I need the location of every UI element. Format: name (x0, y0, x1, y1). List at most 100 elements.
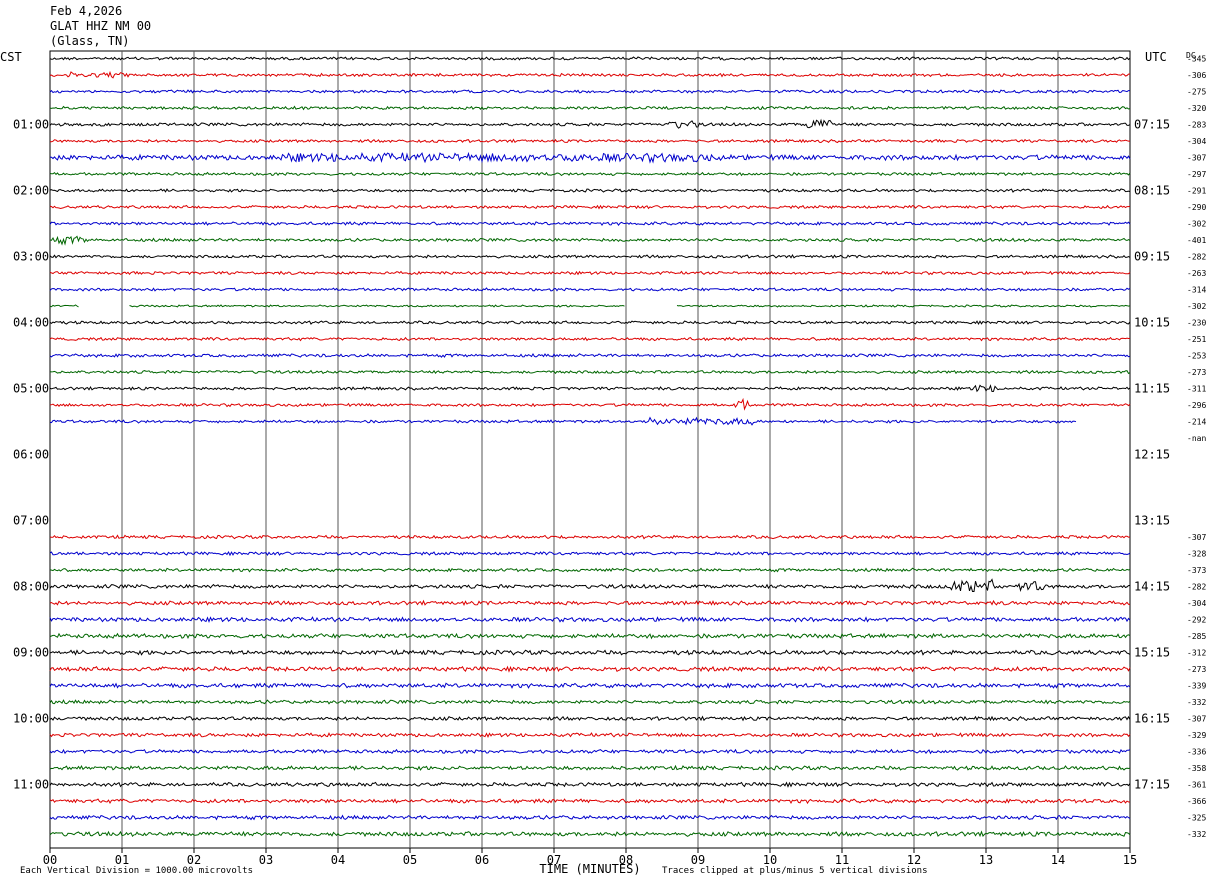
dc-offset-label: -302 (1187, 302, 1206, 311)
left-hour-label: 06:00 (13, 448, 49, 462)
footer-division-note: Each Vertical Division = 1000.00 microvo… (20, 866, 253, 876)
dc-offset-label: -290 (1187, 203, 1206, 212)
x-tick-label: 03 (259, 853, 273, 867)
dc-offset-label: -230 (1187, 319, 1206, 328)
left-hour-label: 07:00 (13, 514, 49, 528)
dc-offset-label: -307 (1187, 154, 1206, 163)
seismic-trace (49, 384, 1131, 393)
right-hour-label: 10:15 (1134, 316, 1170, 330)
seismic-trace (49, 320, 1131, 326)
dc-offset-label: -304 (1187, 137, 1206, 146)
dc-offset-label: -332 (1187, 830, 1206, 839)
dc-offset-label: -366 (1187, 797, 1206, 806)
dc-offset-label: -311 (1187, 385, 1206, 394)
helicorder-plot: 00 01 02 03 04 05 06 07 08 09 10 11 12 13 14 15TIME (MI… (13, 50, 1206, 876)
seismic-trace (49, 171, 1131, 177)
seismic-trace (49, 89, 1130, 94)
seismic-trace (49, 151, 1131, 164)
seismic-trace (49, 699, 1131, 705)
seismic-trace (49, 336, 1131, 342)
seismic-trace (49, 416, 1077, 426)
dc-offset-label: -297 (1187, 170, 1206, 179)
seismic-trace (49, 221, 1131, 227)
seismic-trace (49, 397, 1131, 411)
x-tick-label: 15 (1123, 853, 1137, 867)
dc-offset-label: -306 (1187, 71, 1206, 80)
dc-offset-label: -nan (1187, 434, 1206, 443)
dc-offset-label: -345 (1187, 55, 1206, 64)
x-tick-label: 04 (331, 853, 345, 867)
right-hour-label: 14:15 (1134, 580, 1170, 594)
seismic-trace (49, 748, 1131, 755)
seismic-trace (49, 235, 1131, 246)
dc-offset-label: -325 (1187, 814, 1206, 823)
seismic-trace (49, 270, 1131, 276)
dc-offset-label: -253 (1187, 352, 1206, 361)
seismic-trace (49, 369, 1131, 375)
right-hour-label: 15:15 (1134, 646, 1170, 660)
seismic-trace (49, 764, 1131, 771)
dc-offset-label: -283 (1187, 121, 1206, 130)
dc-offset-label: -292 (1187, 616, 1206, 625)
right-hour-label: 16:15 (1134, 712, 1170, 726)
dc-offset-label: -361 (1187, 781, 1206, 790)
seismic-trace (49, 188, 1131, 193)
seismic-trace (49, 578, 1131, 592)
seismic-trace (49, 70, 1131, 79)
right-hour-label: 09:15 (1134, 250, 1170, 264)
dc-offset-label: -291 (1187, 187, 1206, 196)
seismic-trace (49, 550, 1131, 557)
dc-offset-label: -312 (1187, 649, 1206, 658)
dc-offset-label: -263 (1187, 269, 1206, 278)
left-hour-label: 04:00 (13, 316, 49, 330)
left-hour-label: 02:00 (13, 184, 49, 198)
left-hour-label: 03:00 (13, 250, 49, 264)
right-hour-label: 13:15 (1134, 514, 1170, 528)
dc-offset-label: -251 (1187, 335, 1206, 344)
left-hour-label: 10:00 (13, 712, 49, 726)
dc-offset-label: -336 (1187, 748, 1206, 757)
x-tick-label: 02 (187, 853, 201, 867)
seismic-trace (49, 814, 1131, 821)
seismic-trace (49, 567, 1131, 573)
dc-offset-label: -339 (1187, 682, 1206, 691)
right-hour-label: 17:15 (1134, 778, 1170, 792)
seismic-trace (49, 599, 1131, 606)
dc-offset-label: -273 (1187, 368, 1206, 377)
dc-offset-label: -329 (1187, 731, 1206, 740)
seismic-trace (49, 287, 1131, 292)
x-tick-label: 00 (43, 853, 57, 867)
seismic-trace (49, 732, 1131, 739)
plot-frame (49, 50, 1131, 849)
seismic-trace (49, 253, 1131, 259)
seismic-trace (49, 534, 1131, 540)
dc-offset-label: -302 (1187, 220, 1206, 229)
seismic-trace (49, 304, 1131, 308)
x-axis-label: TIME (MINUTES) (539, 862, 640, 876)
seismic-trace (49, 715, 1131, 722)
x-tick-label: 13 (979, 853, 993, 867)
dc-offset-label: -273 (1187, 665, 1206, 674)
footer-clip-note: Traces clipped at plus/minus 5 vertical … (662, 866, 928, 876)
seismic-trace (49, 648, 1131, 656)
seismic-trace (49, 56, 1131, 61)
x-tick-label: 06 (475, 853, 489, 867)
dc-offset-label: -332 (1187, 698, 1206, 707)
left-hour-label: 05:00 (13, 382, 49, 396)
dc-offset-label: -282 (1187, 583, 1206, 592)
x-tick-label: 01 (115, 853, 129, 867)
x-tick-label: 11 (835, 853, 849, 867)
seismic-trace (49, 616, 1131, 624)
seismic-trace (49, 665, 1131, 673)
seismic-trace (49, 105, 1131, 111)
right-hour-label: 11:15 (1134, 382, 1170, 396)
x-tick-label: 10 (763, 853, 777, 867)
dc-offset-label: -275 (1187, 88, 1206, 97)
dc-offset-label: -285 (1187, 632, 1206, 641)
left-hour-label: 11:00 (13, 778, 49, 792)
seismic-trace (49, 138, 1130, 144)
dc-offset-label: -358 (1187, 764, 1206, 773)
dc-offset-label: -296 (1187, 401, 1206, 410)
dc-offset-label: -214 (1187, 418, 1206, 427)
right-hour-label: 07:15 (1134, 118, 1170, 132)
